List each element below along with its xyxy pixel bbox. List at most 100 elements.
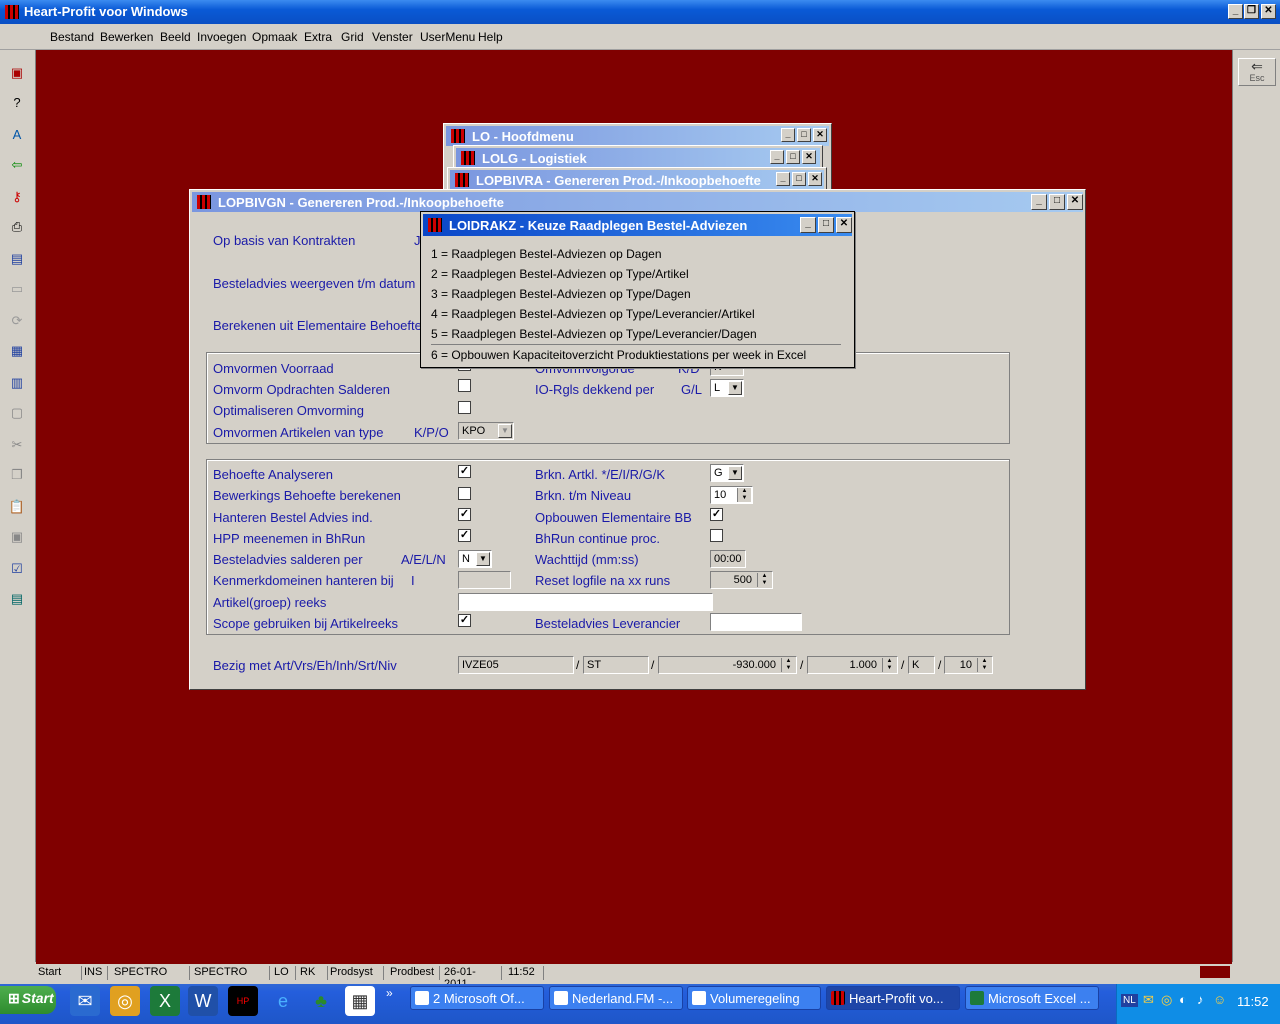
bhrun-continue-checkbox[interactable] <box>710 529 723 542</box>
menu-extra[interactable]: Extra <box>304 30 332 44</box>
chevron-down-icon[interactable]: ▼ <box>498 424 512 438</box>
menu-venster[interactable]: Venster <box>372 30 413 44</box>
menu-grid[interactable]: Grid <box>341 30 364 44</box>
edit-form-icon[interactable]: ▦ <box>7 342 27 360</box>
list-icon[interactable]: ▭ <box>7 280 27 298</box>
window-hoofdmenu-titlebar[interactable]: LO - Hoofdmenu _ □ ✕ <box>446 126 829 146</box>
minimize-button[interactable]: _ <box>770 150 784 164</box>
key-icon[interactable]: ⚷ <box>7 188 27 206</box>
window-lopbivra-titlebar[interactable]: LOPBIVRA - Genereren Prod.-/Inkoopbehoef… <box>450 170 824 190</box>
minimize-button[interactable]: _ <box>781 128 795 142</box>
omvorm-opdrachten-checkbox[interactable] <box>458 379 471 392</box>
quicklaunch-more-icon[interactable]: » <box>386 986 393 1000</box>
popup-option-2[interactable]: 2 = Raadplegen Bestel-Adviezen op Type/A… <box>431 267 689 281</box>
close-button[interactable]: ✕ <box>836 217 852 233</box>
popup-keuze-raadplegen[interactable]: LOIDRAKZ - Keuze Raadplegen Bestel-Advie… <box>420 211 855 368</box>
besteladvies-leverancier-field[interactable] <box>710 613 802 631</box>
settings-icon[interactable]: ☑ <box>7 560 27 578</box>
clock[interactable]: 11:52 <box>1237 994 1269 1009</box>
paste-icon[interactable]: 📋 <box>7 498 27 516</box>
network-icon[interactable]: ◐ <box>1179 992 1187 1007</box>
mail-icon[interactable]: ✉ <box>1143 992 1154 1008</box>
minimize-button[interactable]: _ <box>776 172 790 186</box>
word-icon[interactable]: W <box>188 986 218 1016</box>
minimize-button[interactable]: _ <box>800 217 816 233</box>
menu-bestand[interactable]: Bestand <box>50 30 94 44</box>
brkn-niveau-spinner[interactable]: 10 ▲ ▼ <box>710 486 753 504</box>
language-indicator[interactable]: NL <box>1121 994 1138 1007</box>
maximize-button[interactable]: □ <box>1049 194 1065 210</box>
menu-beeld[interactable]: Beeld <box>160 30 191 44</box>
optimaliseren-checkbox[interactable] <box>458 401 471 414</box>
outlook-express-icon[interactable]: ✉ <box>70 986 100 1016</box>
io-rgls-select[interactable]: L ▼ <box>710 379 744 397</box>
maximize-button[interactable]: □ <box>792 172 806 186</box>
calendar-icon[interactable]: ▦ <box>345 986 375 1016</box>
form-icon[interactable]: ▤ <box>7 250 27 268</box>
menu-usermenu[interactable]: UserMenu <box>420 30 475 44</box>
chart-icon[interactable]: ▥ <box>7 374 27 392</box>
popup-option-6[interactable]: 6 = Opbouwen Kapaciteitoverzicht Produkt… <box>431 348 806 362</box>
menu-help[interactable]: Help <box>478 30 503 44</box>
behoefte-analyseren-checkbox[interactable]: ✓ <box>458 465 471 478</box>
paste-special-icon[interactable]: ▣ <box>7 528 27 546</box>
window-lopbivgn-titlebar[interactable]: LOPBIVGN - Genereren Prod.-/Inkoopbehoef… <box>192 192 1083 212</box>
maximize-button[interactable]: □ <box>786 150 800 164</box>
minimize-button[interactable]: _ <box>1228 4 1243 19</box>
heart-profit-icon[interactable]: HP <box>228 986 258 1016</box>
minimize-button[interactable]: _ <box>1031 194 1047 210</box>
popup-option-3[interactable]: 3 = Raadplegen Bestel-Adviezen op Type/D… <box>431 287 691 301</box>
menu-bewerken[interactable]: Bewerken <box>100 30 153 44</box>
start-button[interactable]: ⊞ Start <box>0 986 56 1014</box>
chevron-down-icon[interactable]: ▼ <box>476 552 490 566</box>
grid-icon[interactable]: ▢ <box>7 404 27 422</box>
spinner-arrows-icon[interactable]: ▲ ▼ <box>737 488 751 502</box>
print-icon[interactable]: ⎙ <box>7 218 27 236</box>
cut-icon[interactable]: ✂ <box>7 436 27 454</box>
chevron-down-icon[interactable]: ▼ <box>728 381 742 395</box>
popup-option-1[interactable]: 1 = Raadplegen Bestel-Adviezen op Dagen <box>431 247 662 261</box>
chevron-down-icon[interactable]: ▼ <box>728 466 742 480</box>
help-icon[interactable]: ? <box>7 94 27 112</box>
spellcheck-icon[interactable]: A <box>7 126 27 144</box>
close-button[interactable]: ✕ <box>802 150 816 164</box>
taskbar-button-heart-profit[interactable]: Heart-Profit vo... <box>826 986 960 1010</box>
wachttijd-field[interactable]: 00:00 <box>710 550 746 568</box>
scope-checkbox[interactable]: ✓ <box>458 614 471 627</box>
taskbar-button-excel[interactable]: Microsoft Excel ... <box>965 986 1099 1010</box>
taskbar-button-nederland-fm[interactable]: Nederland.FM -... <box>549 986 683 1010</box>
window-icon[interactable]: ▣ <box>7 64 27 82</box>
spinner-arrows-icon[interactable]: ▲ ▼ <box>757 573 771 587</box>
close-button[interactable]: ✕ <box>813 128 827 142</box>
users-icon[interactable]: ☺ <box>1213 992 1226 1007</box>
popup-option-4[interactable]: 4 = Raadplegen Bestel-Adviezen op Type/L… <box>431 307 755 321</box>
exit-icon[interactable]: ▤ <box>7 590 27 608</box>
bewerkings-behoefte-checkbox[interactable] <box>458 487 471 500</box>
maximize-button[interactable]: □ <box>818 217 834 233</box>
copy-icon[interactable]: ❐ <box>7 466 27 484</box>
artikelgroep-field[interactable] <box>458 593 713 611</box>
taskbar-button-microsoft-office[interactable]: 2 Microsoft Of... <box>410 986 544 1010</box>
import-icon[interactable]: ⇦ <box>7 156 27 174</box>
popup-option-5[interactable]: 5 = Raadplegen Bestel-Adviezen op Type/L… <box>431 327 757 341</box>
refresh-icon[interactable]: ⟳ <box>7 312 27 330</box>
hanteren-bestel-checkbox[interactable]: ✓ <box>458 508 471 521</box>
speaker-icon[interactable]: ♪ <box>1197 992 1204 1007</box>
brkn-artkl-select[interactable]: G ▼ <box>710 464 744 482</box>
menu-opmaak[interactable]: Opmaak <box>252 30 297 44</box>
tree-icon[interactable]: ♣ <box>306 986 336 1016</box>
window-logistiek-titlebar[interactable]: LOLG - Logistiek _ □ ✕ <box>456 148 820 168</box>
close-button[interactable]: ✕ <box>1067 194 1083 210</box>
restore-button[interactable]: ❐ <box>1244 4 1259 19</box>
outlook-icon[interactable]: ◎ <box>110 986 140 1016</box>
reset-logfile-spinner[interactable]: 500 ▲ ▼ <box>710 571 773 589</box>
menu-invoegen[interactable]: Invoegen <box>197 30 246 44</box>
close-button[interactable]: ✕ <box>808 172 822 186</box>
esc-button[interactable]: ⇐ Esc <box>1238 58 1276 86</box>
opbouwen-bb-checkbox[interactable]: ✓ <box>710 508 723 521</box>
internet-explorer-icon[interactable]: e <box>268 986 298 1016</box>
outlook-tray-icon[interactable]: ◎ <box>1161 992 1172 1008</box>
besteladvies-salderen-select[interactable]: N ▼ <box>458 550 492 568</box>
omvormen-artikelen-select[interactable]: KPO ▼ <box>458 422 514 440</box>
maximize-button[interactable]: □ <box>797 128 811 142</box>
